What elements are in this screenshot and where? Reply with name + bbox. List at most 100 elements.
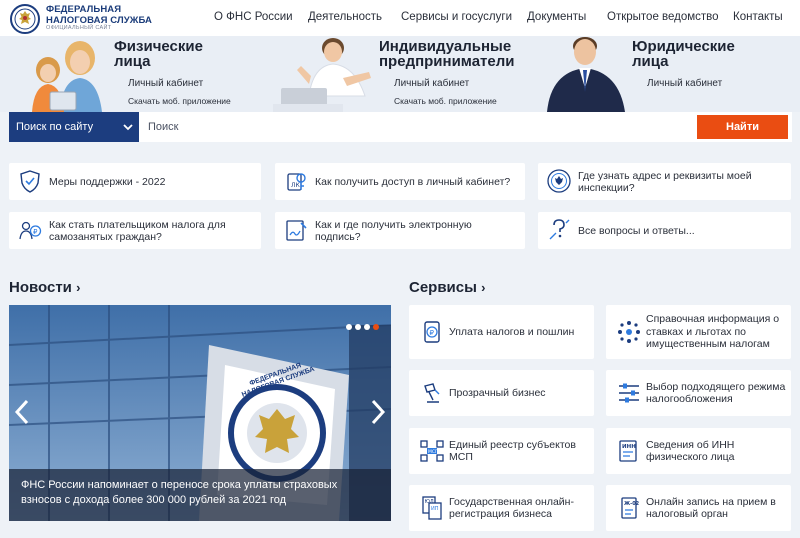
news-heading[interactable]: Новости ›: [9, 279, 80, 296]
service-tax-payment[interactable]: ₽ Уплата налогов и пошлин: [409, 305, 594, 359]
services-heading[interactable]: Сервисы ›: [409, 279, 485, 296]
nav-item-about[interactable]: О ФНС России: [214, 11, 293, 23]
service-label: Выбор подходящего режима налогообложения: [646, 380, 786, 406]
chevron-left-icon[interactable]: [13, 399, 31, 425]
hero-legal-title: Юридические лица: [632, 39, 735, 69]
brand-line-1: ФЕДЕРАЛЬНАЯ: [46, 4, 122, 15]
inn-document-icon: ИНН: [619, 440, 637, 462]
service-inn-info[interactable]: ИНН Сведения об ИНН физического лица: [606, 428, 791, 474]
news-caption[interactable]: ФНС России напоминает о переносе срока у…: [9, 469, 391, 521]
quick-link-label: Меры поддержки - 2022: [49, 175, 166, 188]
service-label: Сведения об ИНН физического лица: [646, 438, 735, 464]
hero-individuals-app-link[interactable]: Скачать моб. приложение: [128, 96, 231, 106]
sliders-icon: [619, 383, 639, 403]
service-label: Прозрачный бизнес: [449, 386, 546, 399]
legal-entities-photo: [547, 37, 625, 112]
search-button[interactable]: Найти: [697, 115, 788, 139]
search-scope-label: Поиск по сайту: [16, 121, 94, 133]
registration-icon: ЮЛ ИП: [422, 496, 442, 520]
service-online-appointment[interactable]: Ж-02 Онлайн запись на прием в налоговый …: [606, 485, 791, 531]
hero-entrepreneurs-title: Индивидуальные предприниматели: [379, 39, 515, 69]
service-business-registration[interactable]: ЮЛ ИП Государственная онлайн-регистрация…: [409, 485, 594, 531]
hero-individuals-cabinet-link[interactable]: Личный кабинет: [128, 78, 203, 89]
search-input[interactable]: [139, 112, 697, 142]
service-property-tax-info[interactable]: Справочная информация о ставках и льгота…: [606, 305, 791, 359]
nav-item-activity[interactable]: Деятельность: [308, 11, 382, 23]
hero-entrepreneurs[interactable]: Индивидуальные предприниматели Личный ка…: [265, 36, 535, 112]
news-heading-label: Новости: [9, 279, 72, 296]
emblem-seal-icon: [547, 169, 571, 193]
registry-icon: МСП: [420, 440, 444, 462]
header: ФЕДЕРАЛЬНАЯ НАЛОГОВАЯ СЛУЖБА ОФИЦИАЛЬНЫЙ…: [0, 0, 800, 36]
quick-link-inspection-address[interactable]: Где узнать адрес и реквизиты моей инспек…: [538, 163, 791, 200]
chevron-down-icon: [123, 124, 133, 131]
quick-link-e-signature[interactable]: Как и где получить электронную подпись?: [275, 212, 525, 249]
slider-dot-active[interactable]: [373, 324, 379, 330]
hero-title-line-2: лица: [632, 53, 669, 70]
slider-pagination: [346, 324, 379, 330]
hero-entrepreneurs-cabinet-link[interactable]: Личный кабинет: [394, 78, 469, 89]
quick-link-label: Как стать плательщиком налога для самоза…: [49, 218, 226, 243]
slider-dot[interactable]: [355, 324, 361, 330]
service-label: Государственная онлайн-регистрация бизне…: [449, 495, 574, 521]
nav-item-contacts[interactable]: Контакты: [733, 11, 783, 23]
hero-title-line-1: Индивидуальные: [379, 38, 512, 55]
service-label: Уплата налогов и пошлин: [449, 325, 575, 338]
slider-dot[interactable]: [364, 324, 370, 330]
svg-text:ИНН: ИНН: [622, 444, 636, 450]
svg-text:₽: ₽: [33, 228, 38, 236]
search-bar: Поиск по сайту Найти: [9, 112, 792, 142]
hero-individuals[interactable]: Физические лица Личный кабинет Скачать м…: [0, 36, 265, 112]
question-icon: [549, 219, 570, 240]
chevron-right-icon[interactable]: [369, 399, 387, 425]
desk-lamp-icon: [424, 383, 440, 403]
quick-link-label: Как и где получить электронную подпись?: [315, 218, 472, 243]
quick-link-self-employed[interactable]: ₽ Как стать плательщиком налога для само…: [9, 212, 261, 249]
hero-title-line-2: предприниматели: [379, 53, 515, 70]
svg-text:МСП: МСП: [428, 449, 438, 455]
quick-link-support-measures[interactable]: Меры поддержки - 2022: [9, 163, 261, 200]
quick-link-cabinet-access[interactable]: ЛК Как получить доступ в личный кабинет?: [275, 163, 525, 200]
service-label: Справочная информация о ставках и льгота…: [646, 313, 780, 351]
hero-legal-cabinet-link[interactable]: Личный кабинет: [647, 78, 722, 89]
shield-icon: [20, 170, 40, 193]
svg-text:ЛК: ЛК: [291, 182, 301, 189]
svg-text:₽: ₽: [430, 329, 435, 337]
slider-dot[interactable]: [346, 324, 352, 330]
individuals-photo: [32, 41, 102, 112]
service-msp-registry[interactable]: МСП Единый реестр субъектов МСП: [409, 428, 594, 474]
payment-icon: ₽: [424, 321, 440, 343]
svg-text:Ж-02: Ж-02: [624, 501, 640, 507]
hero-title-line-1: Юридические: [632, 38, 735, 55]
lock-key-icon: ЛК: [287, 173, 306, 191]
hero-legal-entities[interactable]: Юридические лица Личный кабинет: [535, 36, 800, 112]
digital-signature-icon: [286, 220, 307, 241]
quick-link-label: Где узнать адрес и реквизиты моей инспек…: [578, 169, 752, 194]
queue-ticket-icon: Ж-02: [621, 497, 640, 519]
brand-name[interactable]: ФЕДЕРАЛЬНАЯ НАЛОГОВАЯ СЛУЖБА ОФИЦИАЛЬНЫЙ…: [46, 5, 156, 32]
nav-item-open-agency[interactable]: Открытое ведомство: [607, 11, 719, 23]
service-label: Единый реестр субъектов МСП: [449, 438, 576, 464]
hero-entrepreneurs-app-link[interactable]: Скачать моб. приложение: [394, 96, 497, 106]
search-scope-select[interactable]: Поиск по сайту: [9, 112, 139, 142]
services-heading-label: Сервисы: [409, 279, 477, 296]
service-label: Онлайн запись на прием в налоговый орган: [646, 495, 776, 521]
entrepreneurs-photo: [273, 38, 371, 112]
hero-audiences: Физические лица Личный кабинет Скачать м…: [0, 36, 800, 112]
nav-item-services[interactable]: Сервисы и госуслуги: [401, 11, 512, 23]
service-tax-regime-choice[interactable]: Выбор подходящего режима налогообложения: [606, 370, 791, 416]
self-employed-icon: ₽: [19, 221, 42, 240]
news-slider[interactable]: ФЕДЕРАЛЬНАЯ НАЛОГОВАЯ СЛУЖБА ФНС России …: [9, 305, 391, 521]
chevron-right-icon: ›: [76, 280, 81, 295]
svg-text:ЮЛ: ЮЛ: [425, 499, 434, 505]
quick-link-label: Все вопросы и ответы...: [578, 224, 695, 237]
network-icon: [618, 321, 640, 343]
nav-item-documents[interactable]: Документы: [527, 11, 586, 23]
fns-emblem-icon[interactable]: [10, 4, 40, 34]
quick-link-label: Как получить доступ в личный кабинет?: [315, 175, 511, 188]
hero-title-line-2: лица: [114, 53, 151, 70]
quick-link-all-faq[interactable]: Все вопросы и ответы...: [538, 212, 791, 249]
service-transparent-business[interactable]: Прозрачный бизнес: [409, 370, 594, 416]
brand-line-3: ОФИЦИАЛЬНЫЙ САЙТ: [46, 25, 112, 31]
chevron-right-icon: ›: [481, 280, 486, 295]
